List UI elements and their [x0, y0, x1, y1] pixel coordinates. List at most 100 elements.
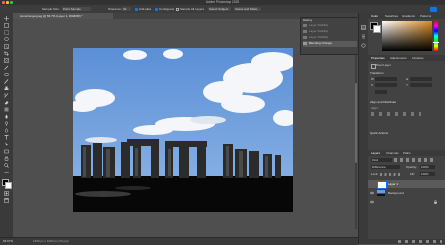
select-subject-button[interactable]: Select Subject — [208, 7, 231, 11]
width-input[interactable] — [375, 77, 397, 81]
align-buttons[interactable] — [371, 112, 421, 116]
fill-input[interactable]: 100% — [420, 172, 435, 176]
layers-panel-tabs: Layers Channels Paths — [368, 150, 445, 156]
quick-mask-icon[interactable] — [3, 191, 10, 196]
document-info[interactable]: 1650 px x 1260 px (72 ppi) — [33, 239, 69, 243]
type-tool-icon[interactable] — [3, 135, 10, 140]
tab-channels[interactable]: Channels — [386, 151, 399, 155]
contiguous-checkbox[interactable] — [155, 7, 158, 11]
tab-paths[interactable]: Paths — [403, 151, 411, 155]
zoom-tool-icon[interactable] — [3, 163, 10, 168]
history-step-icon — [303, 36, 307, 39]
lock-icon — [434, 191, 437, 204]
magic-wand-tool-icon[interactable] — [9, 7, 14, 20]
layer-filter-icons[interactable] — [394, 158, 434, 162]
share-button[interactable] — [430, 6, 437, 12]
hue-slider[interactable] — [434, 21, 438, 51]
object-selection-tool-icon[interactable] — [3, 44, 10, 49]
tab-swatches[interactable]: Swatches — [385, 14, 398, 18]
layer-name[interactable]: Background — [388, 191, 404, 195]
sample-all-layers-checkbox[interactable] — [176, 7, 179, 11]
layer-filter-kind[interactable]: Kind — [371, 158, 392, 162]
history-item-selected[interactable]: Blending Change — [303, 41, 357, 47]
close-tab-icon[interactable] — [15, 14, 18, 27]
gradient-tool-icon[interactable] — [3, 107, 10, 112]
lock-label: Lock: — [371, 172, 379, 176]
x-input[interactable] — [375, 83, 397, 87]
sample-size-select[interactable]: Point Sample — [62, 7, 91, 11]
eraser-tool-icon[interactable] — [3, 100, 10, 105]
properties-panel-tabs: Properties Adjustments Libraries — [368, 55, 445, 61]
tab-properties[interactable]: Properties — [371, 56, 385, 60]
blur-tool-icon[interactable] — [3, 114, 10, 119]
align-section-header[interactable]: Align and Distribute — [370, 100, 396, 104]
artboard-tool-icon[interactable] — [3, 23, 10, 28]
rectangle-tool-icon[interactable] — [3, 149, 10, 154]
width-label: W — [371, 77, 374, 81]
libraries-panel-icon[interactable] — [361, 35, 366, 48]
layer-row[interactable]: Background — [368, 189, 445, 204]
quick-actions-section-header[interactable]: Quick Actions — [370, 131, 388, 135]
history-brush-tool-icon[interactable] — [3, 93, 10, 98]
color-background-swatch[interactable] — [373, 25, 381, 33]
layer-name[interactable]: Layer 1 — [388, 182, 398, 186]
history-panel: History Layer Visibility Layer Visibilit… — [300, 17, 360, 55]
tab-patterns[interactable]: Patterns — [420, 14, 431, 18]
tab-color[interactable]: Color — [371, 14, 378, 18]
history-panel-icon[interactable] — [361, 17, 366, 30]
search-icon[interactable] — [414, 7, 419, 20]
crop-tool-icon[interactable] — [3, 51, 10, 56]
transform-section-header[interactable]: Transform — [370, 71, 384, 75]
history-step-icon — [303, 30, 307, 33]
layer-row-selected[interactable]: Layer 1 — [368, 180, 445, 195]
hand-tool-icon[interactable] — [3, 156, 10, 161]
workspace-icon[interactable] — [422, 7, 427, 20]
pen-tool-icon[interactable] — [3, 128, 10, 133]
eye-icon[interactable] — [370, 182, 374, 195]
anti-alias-label: Anti-alias — [139, 7, 152, 11]
right-panel-dock: Color Swatches Gradients Patterns Proper… — [368, 13, 445, 244]
height-input[interactable] — [410, 77, 432, 81]
marquee-tool-icon[interactable] — [3, 30, 10, 35]
rotation-input[interactable] — [375, 90, 387, 94]
color-field[interactable] — [382, 21, 432, 51]
vertical-scrollbar-thumb[interactable] — [355, 83, 357, 163]
opacity-input[interactable]: 100% — [420, 165, 435, 169]
brush-tool-icon[interactable] — [3, 79, 10, 84]
screen-mode-icon[interactable] — [3, 198, 10, 203]
y-input[interactable] — [410, 83, 432, 87]
layers-footer — [368, 239, 445, 244]
lasso-tool-icon[interactable] — [3, 37, 10, 42]
path-selection-tool-icon[interactable] — [3, 142, 10, 147]
history-item-label: Blending Change — [309, 41, 333, 45]
properties-panel-icon[interactable] — [361, 26, 366, 39]
healing-brush-tool-icon[interactable] — [3, 72, 10, 77]
layer-type-label: Pixel Layer — [376, 63, 391, 67]
anti-alias-checkbox[interactable] — [135, 7, 138, 11]
align-label: Align: — [371, 106, 379, 110]
layer-action-buttons[interactable] — [398, 240, 442, 243]
history-step-icon — [303, 42, 307, 45]
lock-buttons[interactable] — [380, 173, 402, 176]
frame-tool-icon[interactable] — [3, 58, 10, 63]
document-tab-title: stonehenge.jpeg @ 66.7% (Layer 1, RGB/8#… — [20, 14, 83, 18]
move-tool-icon[interactable] — [3, 16, 10, 21]
tab-gradients[interactable]: Gradients — [402, 14, 415, 18]
history-step-icon — [303, 24, 307, 27]
more-tools-icon[interactable] — [3, 170, 10, 175]
home-icon[interactable] — [2, 7, 7, 20]
eye-icon[interactable] — [370, 191, 374, 204]
dodge-tool-icon[interactable] — [3, 121, 10, 126]
select-and-mask-button[interactable]: Select and Mask... — [234, 7, 261, 11]
document-canvas-image[interactable] — [73, 48, 293, 212]
tab-libraries[interactable]: Libraries — [412, 56, 424, 60]
tab-layers[interactable]: Layers — [371, 151, 380, 155]
tolerance-input[interactable]: 32 — [122, 7, 131, 11]
clone-stamp-tool-icon[interactable] — [3, 86, 10, 91]
tab-adjustments[interactable]: Adjustments — [390, 56, 407, 60]
blend-mode-select[interactable]: Difference — [371, 165, 400, 169]
hue-slider-handle[interactable] — [433, 42, 439, 43]
eyedropper-tool-icon[interactable] — [3, 65, 10, 70]
background-color-swatch[interactable] — [5, 182, 12, 189]
zoom-level[interactable]: 66.67% — [3, 239, 13, 243]
